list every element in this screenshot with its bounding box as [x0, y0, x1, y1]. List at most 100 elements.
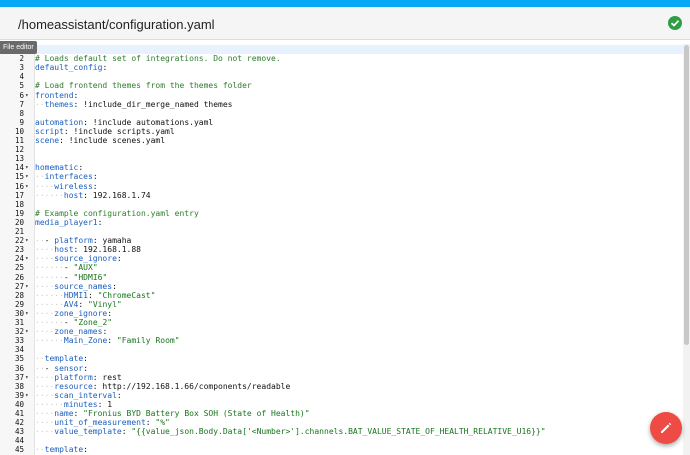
code-text: ······HDMI1: "ChromeCast" — [35, 291, 155, 300]
key-token: HDMI1 — [63, 290, 88, 300]
key-token: scan_interval — [54, 390, 117, 400]
value-token: : — [102, 63, 108, 73]
indent-token: ·· — [35, 354, 45, 364]
code-line[interactable]: 19 # Example configuration.yaml entry — [0, 209, 683, 218]
code-line[interactable]: 27 ▾ ····source_names: — [0, 282, 683, 291]
edit-fab-button[interactable] — [650, 412, 682, 444]
fold-arrow-icon[interactable]: ▾ — [25, 282, 29, 291]
key-token: script — [35, 126, 64, 136]
code-line[interactable]: 12 — [0, 145, 683, 154]
code-line[interactable]: 40 ······minutes: 1 — [0, 400, 683, 409]
file-path[interactable]: /homeassistant/configuration.yaml — [18, 17, 215, 32]
fold-arrow-icon[interactable]: ▾ — [25, 327, 29, 336]
fold-arrow-icon[interactable]: ▾ — [25, 163, 29, 172]
code-line[interactable]: 24 ▾ ····source_ignore: — [0, 254, 683, 263]
code-line[interactable]: 23 ····host: 192.168.1.88 — [0, 245, 683, 254]
fold-arrow-icon[interactable]: ▾ — [25, 182, 29, 191]
code-line[interactable]: 44 — [0, 436, 683, 445]
line-number: 24 — [14, 254, 24, 264]
code-line[interactable]: 13 — [0, 154, 683, 163]
code-line[interactable]: 37 ▾ ····platform: rest — [0, 373, 683, 382]
fold-arrow-icon[interactable]: ▾ — [25, 373, 29, 382]
line-number: 20 — [14, 217, 24, 227]
indent-token: ·· — [35, 445, 45, 455]
code-line[interactable]: 30 ▾ ····zone_ignore: — [0, 309, 683, 318]
line-number: 31 — [14, 318, 24, 327]
code-line[interactable]: 10 script: !include scripts.yaml — [0, 127, 683, 136]
code-line[interactable]: 11 scene: !include scenes.yaml — [0, 136, 683, 145]
code-line[interactable]: 31 ······- "Zone_2" — [0, 318, 683, 327]
code-line[interactable]: 38 ····resource: http://192.168.1.66/comp… — [0, 382, 683, 391]
code-line[interactable]: 25 ······- "AUX" — [0, 263, 683, 272]
value-token: : — [73, 409, 84, 418]
code-line[interactable]: 2 # Loads default set of integrations. Do… — [0, 54, 683, 63]
code-line[interactable]: 20 media_player1: — [0, 218, 683, 227]
code-line[interactable]: 9 automation: !include automations.yaml — [0, 118, 683, 127]
code-line[interactable]: 4 — [0, 72, 683, 81]
code-line[interactable]: 8 — [0, 109, 683, 118]
code-line[interactable]: 45 ··template: — [0, 445, 683, 454]
fold-arrow-icon[interactable]: ▾ — [25, 91, 29, 100]
code-text: ····source_names: — [35, 282, 117, 291]
code-text: scene: !include scenes.yaml — [35, 136, 165, 145]
code-text: ····name: "Fronius BYD Battery Box SOH (… — [35, 409, 310, 418]
code-text: ··template: — [35, 445, 88, 454]
key-token: template — [44, 354, 84, 364]
comment-token: # Loads default set of integrations. Do … — [35, 54, 281, 64]
line-number: 26 — [14, 272, 24, 282]
key-token: platform — [54, 236, 93, 246]
code-line[interactable]: 15 ▾ ··interfaces: — [0, 172, 683, 181]
code-text: ··- sensor: — [35, 364, 88, 373]
code-editor[interactable]: 12 # Loads default set of integrations. D… — [0, 44, 683, 455]
code-line[interactable]: 29 ······AV4: "Vinyl" — [0, 300, 683, 309]
key-token: template — [44, 445, 84, 455]
fold-arrow-icon[interactable]: ▾ — [25, 309, 29, 318]
string-token: "Fronius BYD Battery Box SOH (State of H… — [83, 409, 310, 418]
code-line[interactable]: 26 ······- "HDMI6" — [0, 273, 683, 282]
code-line[interactable]: 5 # Load frontend themes from the themes … — [0, 81, 683, 90]
code-line[interactable]: 21 — [0, 227, 683, 236]
code-line[interactable]: 32 ▾ ····zone_names: — [0, 327, 683, 336]
code-text: ······- "Zone_2" — [35, 318, 112, 327]
fold-arrow-icon[interactable]: ▾ — [25, 236, 29, 245]
line-number: 23 — [14, 245, 24, 255]
code-line[interactable]: 35 ··template: — [0, 354, 683, 363]
line-number: 35 — [14, 354, 24, 364]
fold-arrow-icon[interactable]: ▾ — [25, 391, 29, 400]
line-number: 17 — [14, 190, 24, 200]
code-line[interactable]: 36 ··- sensor: — [0, 364, 683, 373]
line-number: 42 — [14, 418, 24, 428]
fold-arrow-icon[interactable]: ▾ — [25, 172, 29, 181]
code-line[interactable]: 39 ▾ ····scan_interval: — [0, 391, 683, 400]
code-text: ··themes: !include_dir_merge_named theme… — [35, 100, 233, 109]
code-line[interactable]: 41 ····name: "Fronius BYD Battery Box SOH… — [0, 409, 683, 418]
code-line[interactable]: 7 ··themes: !include_dir_merge_named them… — [0, 100, 683, 109]
code-line[interactable]: 43 ····value_template: "{{value_json.Body… — [0, 427, 683, 436]
code-line[interactable]: 17 ······host: 192.168.1.74 — [0, 191, 683, 200]
code-line[interactable]: 42 ····unit_of_measurement: "%" — [0, 418, 683, 427]
code-line[interactable]: 14 ▾ homematic: — [0, 163, 683, 172]
line-number: 6 — [19, 90, 24, 100]
code-line[interactable]: 3 default_config: — [0, 63, 683, 72]
code-text: ······- "AUX" — [35, 263, 98, 272]
key-token: media_player1 — [35, 217, 98, 227]
code-line[interactable]: 28 ······HDMI1: "ChromeCast" — [0, 291, 683, 300]
code-line[interactable]: 16 ▾ ····wireless: — [0, 182, 683, 191]
code-text: ······AV4: "Vinyl" — [35, 300, 122, 309]
scrollbar-thumb[interactable] — [684, 45, 689, 345]
value-token: : — [116, 254, 122, 264]
code-line[interactable]: 1 — [0, 45, 683, 55]
line-number: 44 — [14, 436, 24, 446]
code-text: ······minutes: 1 — [35, 400, 112, 409]
code-line[interactable]: 6 ▾ frontend: — [0, 91, 683, 100]
code-line[interactable]: 18 — [0, 200, 683, 209]
key-token: sensor — [54, 363, 84, 373]
key-token: themes — [44, 99, 74, 109]
indent-token: ·· — [35, 363, 45, 373]
code-line[interactable]: 22 ▾ ··- platform: yamaha — [0, 236, 683, 245]
fold-arrow-icon[interactable]: ▾ — [25, 254, 29, 263]
code-line[interactable]: 33 ······Main_Zone: "Family Room" — [0, 336, 683, 345]
code-line[interactable]: 34 — [0, 345, 683, 354]
line-number: 11 — [14, 136, 24, 145]
line-number: 15 — [14, 172, 24, 182]
